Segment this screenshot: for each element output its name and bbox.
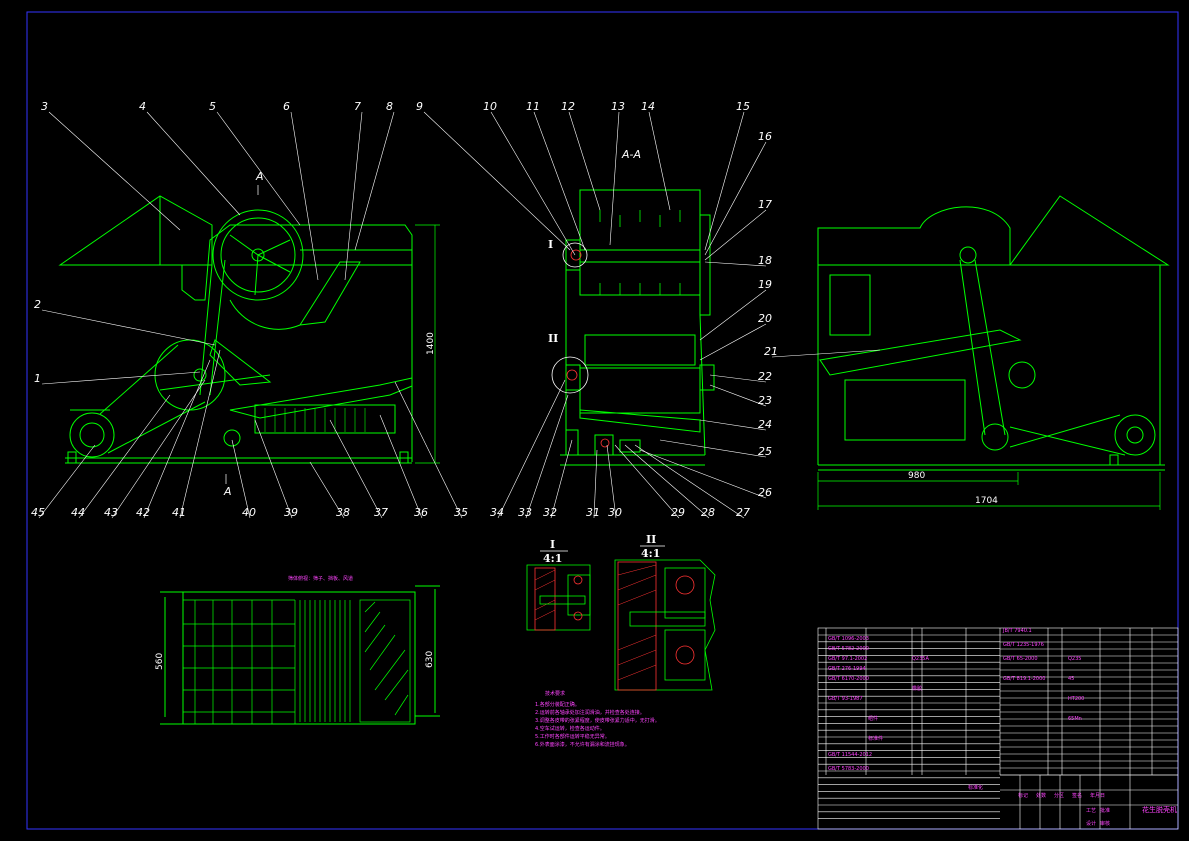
- part-number-2: 2: [34, 298, 41, 311]
- part-number-1: 1: [34, 372, 41, 385]
- detail-ii-title: II: [646, 533, 656, 546]
- part-number-17: 17: [758, 198, 772, 211]
- part-number-30: 30: [608, 506, 622, 519]
- part-number-26: 26: [758, 486, 772, 499]
- bom-std: GB/T 1096-2003: [828, 636, 869, 642]
- bom-mat: 65Mn: [1068, 716, 1082, 722]
- part-number-28: 28: [701, 506, 715, 519]
- part-number-43: 43: [104, 506, 118, 519]
- bom-std: GB/T 65-2000: [1003, 656, 1038, 662]
- section-mark-top: A: [255, 170, 264, 183]
- plan-length-text: 560: [155, 653, 165, 670]
- part-number-14: 14: [641, 100, 655, 113]
- overall-width-text: 1704: [975, 496, 998, 506]
- part-number-37: 37: [374, 506, 388, 519]
- tb-label: 批准: [1100, 807, 1110, 814]
- plan-caption: 筛体俯视：筛子、挡板、风道: [288, 575, 353, 582]
- bom-std: GB/T 276-1994: [828, 666, 866, 672]
- tb-label: 处数: [1036, 792, 1046, 799]
- part-number-11: 11: [526, 100, 540, 113]
- part-number-38: 38: [336, 506, 350, 519]
- part-number-42: 42: [136, 506, 150, 519]
- part-number-22: 22: [758, 370, 772, 383]
- tb-label: 签名: [1072, 792, 1082, 799]
- part-number-21: 21: [764, 345, 778, 358]
- tb-label: 标准化: [968, 784, 983, 791]
- note-item: 6.外表面涂漆，不允许有漏涂和流挂现象。: [535, 741, 630, 748]
- part-number-41: 41: [172, 506, 186, 519]
- note-item: 3.调整各皮带的张紧程度，使皮带张紧力适中，无打滑。: [535, 717, 660, 724]
- bom-std: GB/T 93-1987: [828, 696, 863, 702]
- part-number-34: 34: [490, 506, 504, 519]
- part-number-25: 25: [758, 445, 772, 458]
- part-number-29: 29: [671, 506, 685, 519]
- bom-mat: 组件: [868, 715, 878, 722]
- part-number-20: 20: [758, 312, 772, 325]
- part-number-40: 40: [242, 506, 256, 519]
- bom-mat: Q235A: [912, 656, 929, 662]
- part-number-33: 33: [518, 506, 532, 519]
- part-number-4: 4: [139, 100, 146, 113]
- detail-ii-scale: 4:1: [641, 547, 660, 560]
- part-number-36: 36: [414, 506, 428, 519]
- height-dim-text: 1400: [426, 332, 436, 355]
- part-number-10: 10: [483, 100, 497, 113]
- bom-mat: 标准件: [868, 735, 883, 742]
- part-number-15: 15: [736, 100, 750, 113]
- part-number-3: 3: [41, 100, 48, 113]
- detail-i-title: I: [550, 538, 555, 551]
- bom-std: GB/T 819.1-2000: [1003, 676, 1045, 682]
- bom-std: GB/T 6170-2000: [828, 676, 869, 682]
- bom-std: GB/T 5783-2000: [828, 766, 869, 772]
- section-mark-bottom: A: [223, 485, 232, 498]
- part-number-7: 7: [354, 100, 361, 113]
- part-number-23: 23: [758, 394, 772, 407]
- section-label: A-A: [621, 148, 641, 161]
- part-number-19: 19: [758, 278, 772, 291]
- note-item: 2.运转前各轴承处加注润滑油，并检查各处连接。: [535, 709, 645, 716]
- tb-label: 设计: [1086, 820, 1096, 827]
- bom-std: GB/T 97.1-2002: [828, 656, 867, 662]
- part-number-45: 45: [31, 506, 45, 519]
- inner-width-text: 980: [908, 471, 925, 481]
- bom-std: GB/T 5782-2000: [828, 646, 869, 652]
- detail-mark-ii: II: [548, 332, 558, 345]
- part-number-13: 13: [611, 100, 625, 113]
- part-number-35: 35: [454, 506, 468, 519]
- drawing-name: 花生脱壳机: [1142, 805, 1177, 814]
- bom-std: GB/T 1235-1976: [1003, 642, 1044, 648]
- notes-title: 技术要求: [545, 690, 565, 697]
- bom-mat: 橡胶: [912, 685, 922, 692]
- bom-std: GB/T 11544-2012: [828, 752, 872, 758]
- part-number-5: 5: [209, 100, 216, 113]
- bom-mat: HT200: [1068, 696, 1084, 702]
- bom-mat: 45: [1068, 676, 1074, 682]
- part-number-16: 16: [758, 130, 772, 143]
- bom-mat: Q235: [1068, 656, 1081, 662]
- bom-std: JB/T 7940.1: [1002, 628, 1032, 634]
- part-number-27: 27: [736, 506, 750, 519]
- tb-label: 标记: [1018, 792, 1028, 799]
- cad-drawing-sheet: 1400 A A I II A-A 980 1704 560 630 筛体俯视：…: [0, 0, 1189, 841]
- note-item: 4.空车试运转，检查各运动件。: [535, 725, 605, 732]
- detail-mark-i: I: [548, 238, 553, 251]
- tb-label: 审核: [1100, 820, 1110, 827]
- note-item: 1.各部分装配正确。: [535, 701, 580, 708]
- part-number-12: 12: [561, 100, 575, 113]
- part-number-32: 32: [543, 506, 557, 519]
- part-number-9: 9: [416, 100, 423, 113]
- part-number-39: 39: [284, 506, 298, 519]
- part-number-44: 44: [71, 506, 85, 519]
- note-item: 5.工作时各部件运转平稳无异常。: [535, 733, 610, 740]
- plan-width-text: 630: [425, 651, 435, 668]
- part-number-18: 18: [758, 254, 772, 267]
- part-number-31: 31: [586, 506, 600, 519]
- tb-label: 工艺: [1086, 808, 1096, 814]
- tb-label: 年月日: [1090, 792, 1105, 799]
- part-number-6: 6: [283, 100, 290, 113]
- tb-label: 分区: [1054, 792, 1064, 799]
- part-number-24: 24: [758, 418, 772, 431]
- part-number-8: 8: [386, 100, 393, 113]
- detail-i-scale: 4:1: [543, 552, 562, 565]
